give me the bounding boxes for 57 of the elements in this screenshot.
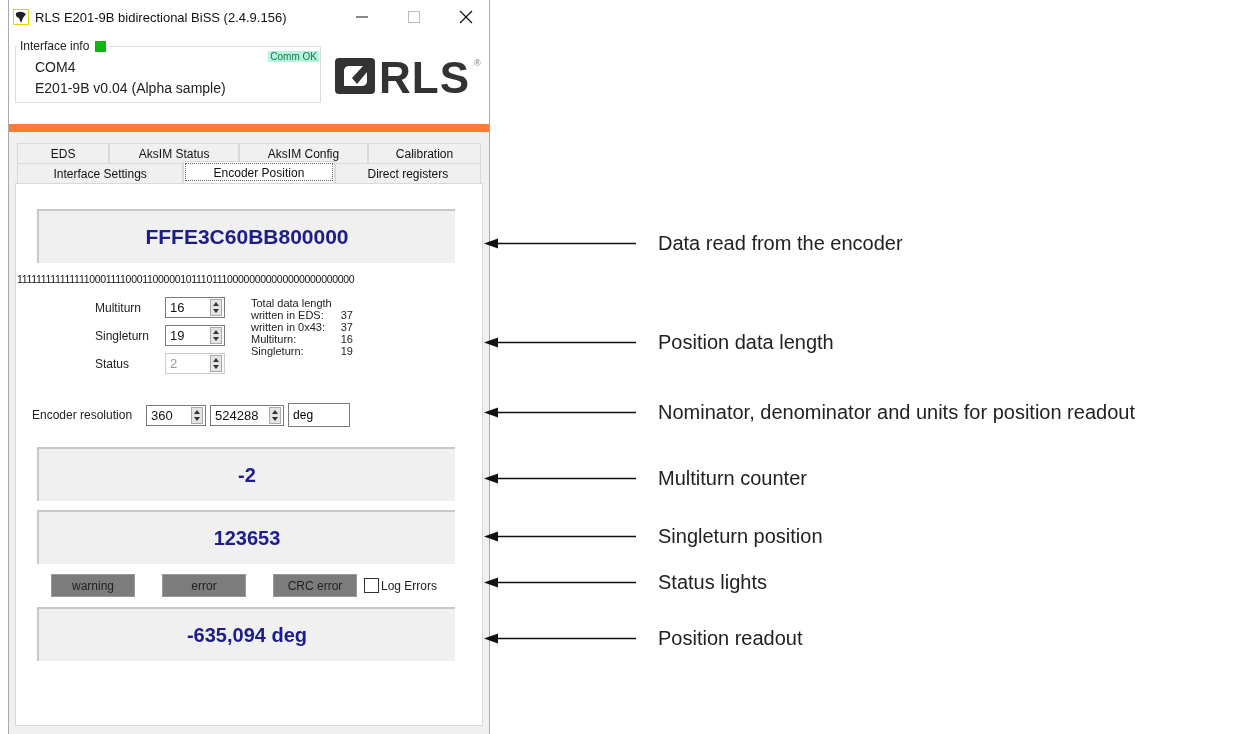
close-icon (459, 10, 473, 24)
annotation-text: Position readout (658, 626, 803, 650)
position-display: -635,094 deg (37, 607, 455, 661)
tab[interactable]: Interface Settings (17, 163, 184, 183)
info-text: Total data length (251, 297, 333, 309)
info-value: 19 (339, 345, 353, 357)
tab[interactable]: AksIM Status (109, 143, 240, 163)
group-title: Interface info (20, 39, 90, 53)
logo-icon (335, 58, 375, 94)
window-title: RLS E201-9B bidirectional BiSS (2.4.9.156) (35, 9, 288, 25)
tab[interactable]: Calibration (367, 143, 481, 163)
field-label: Status (94, 356, 131, 371)
field-label: Multiturn (94, 300, 142, 315)
annotation-text: Position data length (658, 330, 834, 354)
info-value: 16 (339, 333, 353, 345)
annotation-text: Singleturn position (658, 524, 823, 548)
info-label: written in 0x43: (251, 321, 325, 333)
field-label: Singleturn (94, 328, 151, 343)
spinner-arrows-icon[interactable] (269, 406, 282, 424)
info-label: written in EDS: (251, 309, 325, 321)
number-spinner[interactable]: 16 (165, 297, 225, 318)
logo-text: RLS (379, 58, 470, 98)
port-name: COM4 (35, 58, 77, 77)
annotation-text: Multiturn counter (658, 466, 807, 490)
field-label: Encoder resolution (32, 408, 133, 422)
info-value: 37 (339, 321, 353, 333)
annotation-text: Nominator, denominator and units for position readout (658, 400, 1135, 424)
hex-data-display: FFFE3C60BB800000 (37, 209, 455, 263)
registered-mark: ® (474, 58, 481, 68)
info-label: Singleturn: (251, 345, 305, 357)
annotation-text: Status lights (658, 570, 767, 594)
info-value: 37 (339, 309, 353, 321)
spinner-arrows-icon[interactable] (191, 406, 204, 424)
units-field[interactable]: deg (288, 403, 351, 427)
device-name: E201-9B v0.04 (Alpha sample) (35, 79, 227, 98)
nominator-spinner[interactable]: 360 (146, 404, 207, 426)
tab[interactable]: AksIM Config (239, 143, 368, 163)
singleturn-display: 123653 (37, 510, 455, 564)
tab[interactable]: EDS (17, 143, 110, 163)
checkbox-label: Log Errors (381, 578, 438, 593)
comm-status: Comm OK (268, 51, 319, 62)
info-label: Multiturn: (251, 333, 298, 345)
tab[interactable]: Encoder Position (183, 161, 335, 183)
status-light: error (162, 574, 246, 597)
spinner-arrows-icon[interactable] (210, 327, 222, 344)
binary-data: 1111111111111110001111000110000010111011100000000000000000000000 (17, 273, 356, 285)
status-light: warning (51, 574, 135, 597)
annotation-text: Data read from the encoder (658, 231, 903, 255)
tab[interactable]: Direct registers (334, 163, 481, 183)
log-errors-checkbox[interactable]: Log Errors (364, 578, 438, 593)
app-icon (13, 9, 29, 25)
multiturn-display: -2 (37, 447, 455, 501)
denominator-spinner[interactable]: 524288 (210, 404, 285, 426)
number-spinner[interactable]: 19 (165, 325, 225, 346)
status-light: CRC error (273, 574, 357, 597)
spinner-arrows-icon[interactable] (210, 299, 222, 316)
maximize-icon (408, 11, 420, 23)
